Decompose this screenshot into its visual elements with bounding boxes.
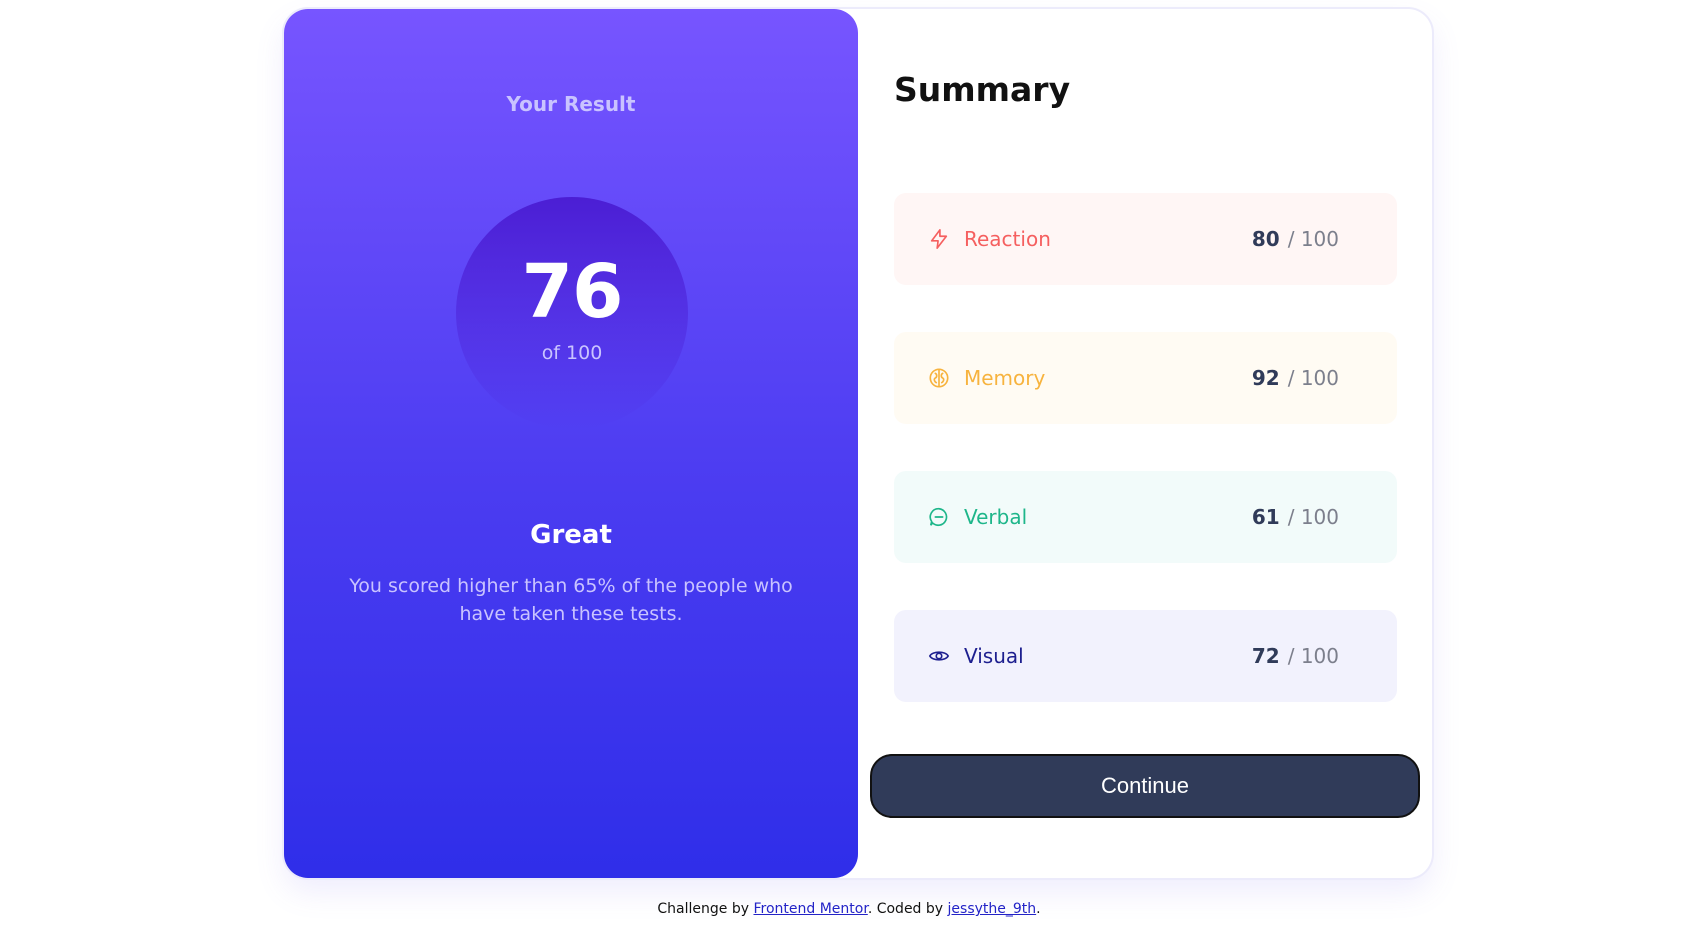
summary-score-verbal: 61	[1251, 505, 1280, 529]
result-panel: Your Result 76 of 100 Great You scored h…	[284, 9, 858, 878]
summary-max-reaction: / 100	[1287, 227, 1339, 251]
author-link[interactable]: jessythe_9th	[948, 901, 1037, 917]
summary-label-reaction: Reaction	[964, 227, 1051, 251]
summary-score-reaction: 80	[1251, 227, 1280, 251]
summary-max-verbal: / 100	[1287, 505, 1339, 529]
score-value: 76	[521, 249, 624, 335]
score-of-label: of 100	[541, 342, 603, 364]
footer-middle: . Coded by	[867, 901, 948, 917]
chat-bubble-icon	[928, 506, 950, 528]
footer-prefix: Challenge by	[657, 901, 754, 917]
summary-row-visual: Visual 72 / 100	[894, 610, 1397, 702]
result-description: You scored higher than 65% of the people…	[349, 575, 793, 625]
frontend-mentor-link[interactable]: Frontend Mentor	[753, 901, 867, 917]
lightning-icon	[928, 228, 950, 250]
summary-max-memory: / 100	[1287, 366, 1339, 390]
continue-button[interactable]: Continue	[870, 754, 1420, 818]
summary-score-memory: 92	[1251, 366, 1280, 390]
summary-max-visual: / 100	[1287, 644, 1339, 668]
summary-label-verbal: Verbal	[964, 505, 1028, 529]
footer: Challenge by Frontend Mentor. Coded by j…	[0, 901, 1698, 917]
summary-label-visual: Visual	[964, 644, 1024, 668]
brain-icon	[928, 367, 950, 389]
eye-icon	[928, 645, 950, 667]
summary-title: Summary	[894, 70, 1071, 109]
summary-row-verbal: Verbal 61 / 100	[894, 471, 1397, 563]
result-title: Your Result	[506, 92, 636, 116]
rating-title: Great	[530, 520, 612, 550]
summary-row-reaction: Reaction 80 / 100	[894, 193, 1397, 285]
summary-row-memory: Memory 92 / 100	[894, 332, 1397, 424]
footer-suffix: .	[1036, 901, 1041, 917]
summary-label-memory: Memory	[964, 366, 1046, 390]
score-circle: 76 of 100	[456, 197, 688, 429]
summary-score-visual: 72	[1251, 644, 1280, 668]
